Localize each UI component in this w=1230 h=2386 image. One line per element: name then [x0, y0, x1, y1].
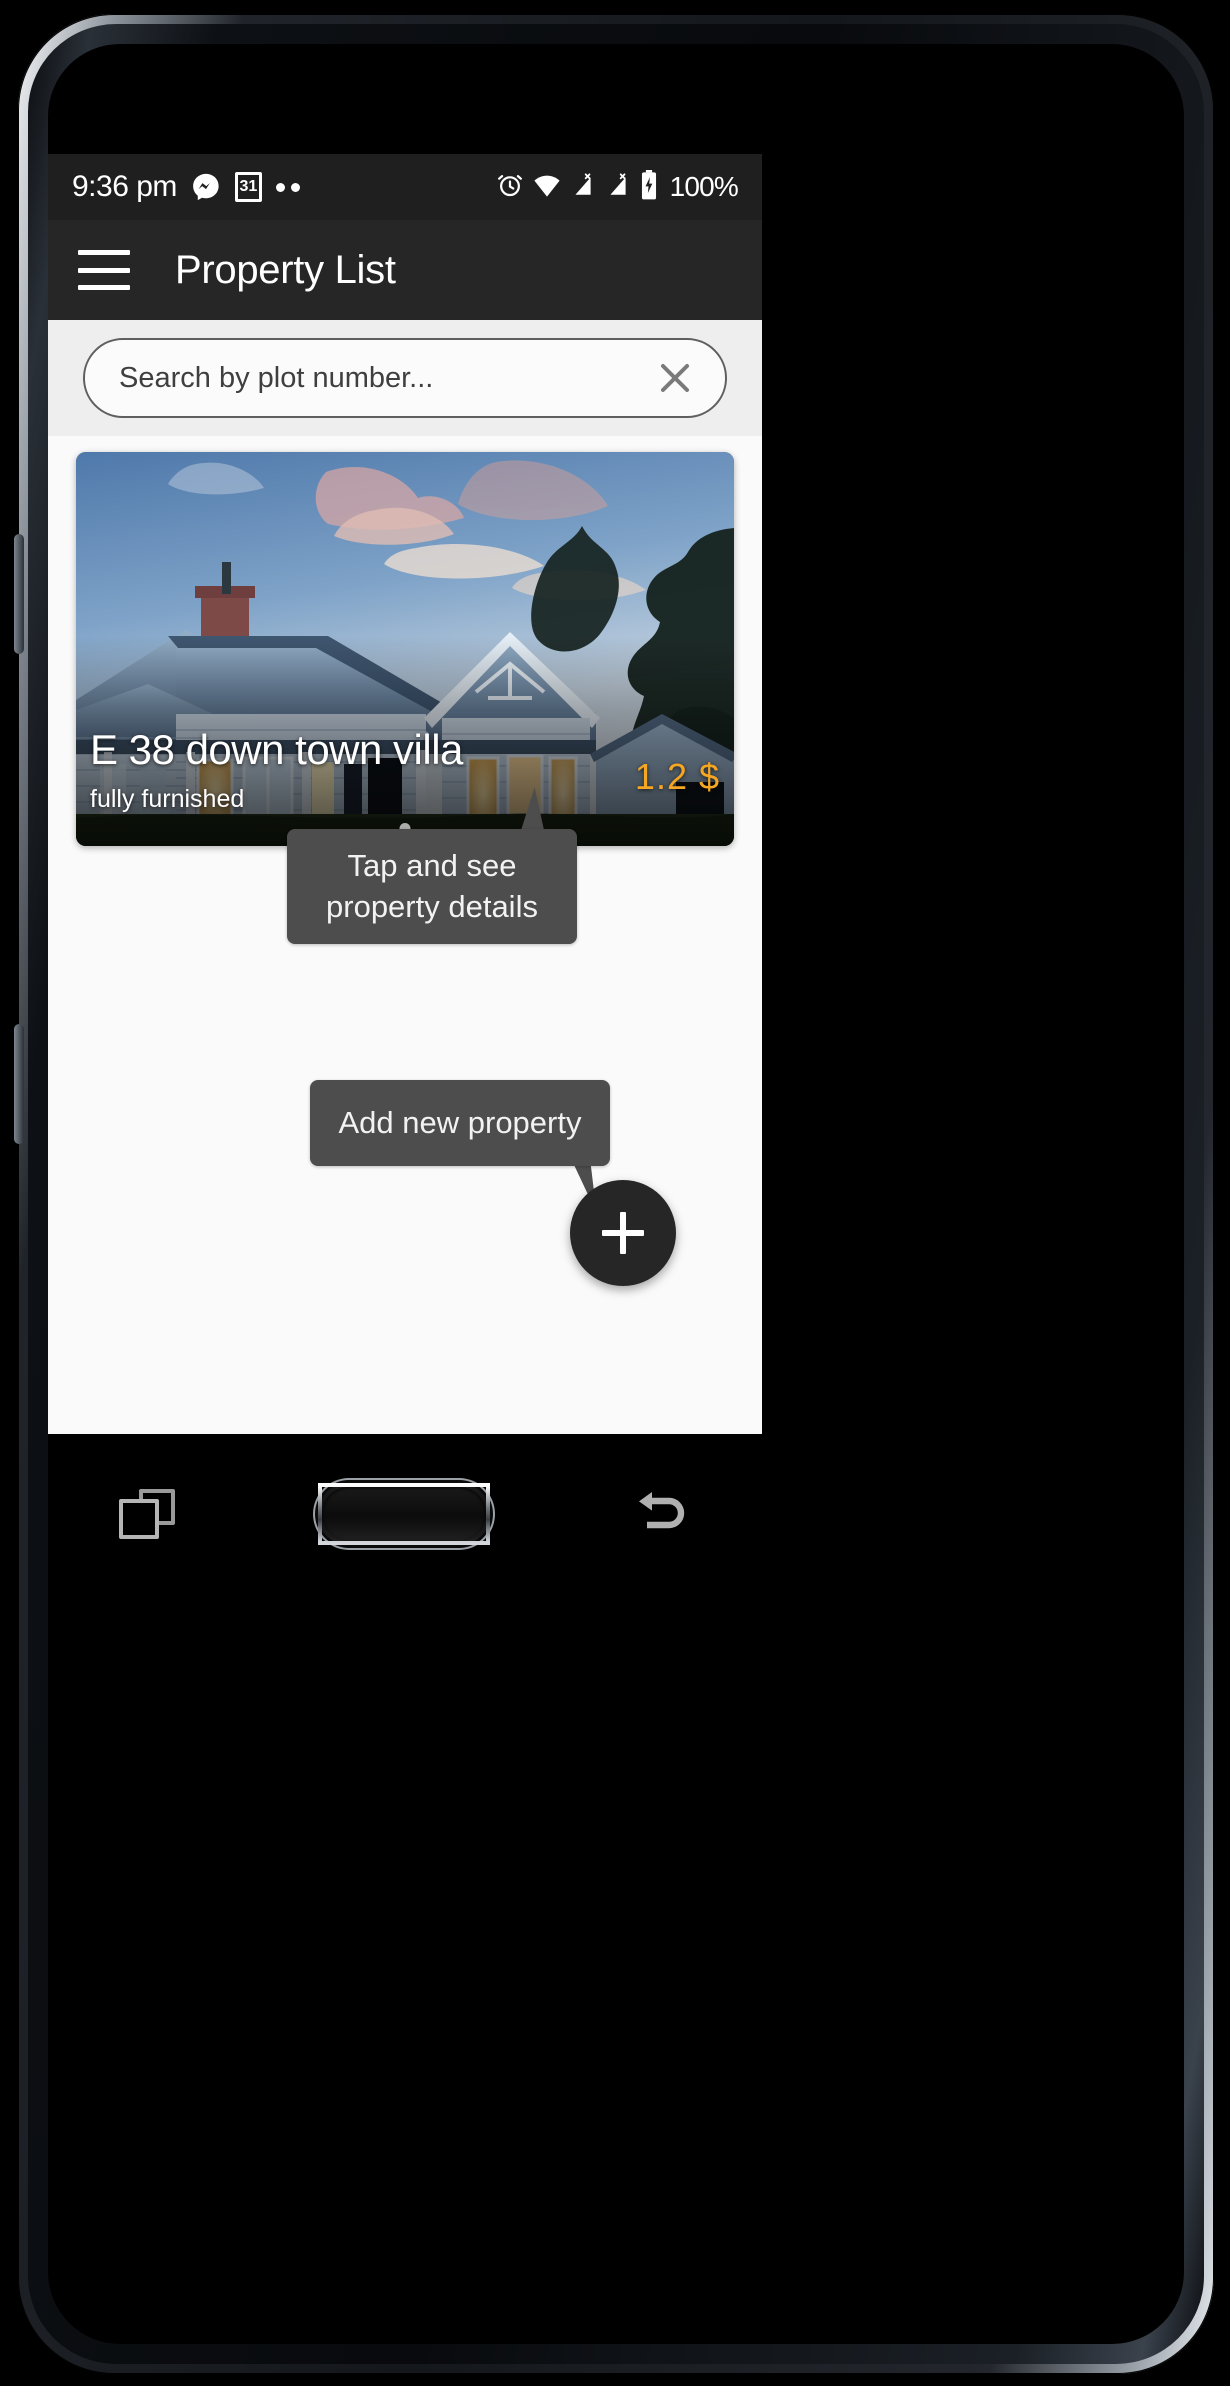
content-area: E 38 down town villa fully furnished 1.2…	[48, 436, 762, 1432]
alarm-clock-icon	[496, 171, 524, 204]
battery-charging-icon	[640, 169, 658, 205]
tooltip-details-text: Tap and see property details	[326, 846, 538, 927]
wifi-icon	[533, 172, 561, 203]
plus-icon	[602, 1212, 644, 1254]
close-x-icon[interactable]	[651, 354, 699, 402]
sim1-signal-x-icon	[570, 172, 596, 203]
recents-squares-icon[interactable]	[119, 1489, 176, 1539]
volume-down-button[interactable]	[14, 1024, 24, 1144]
home-hardware-button[interactable]	[317, 1483, 490, 1545]
tooltip-property-details[interactable]: Tap and see property details	[287, 829, 577, 944]
search-field[interactable]	[83, 338, 727, 418]
back-arrow-icon[interactable]	[633, 1489, 691, 1539]
page-title: Property List	[175, 247, 396, 292]
tooltip-details-line1: Tap and see	[347, 848, 517, 884]
tooltip-add-text: Add new property	[338, 1105, 582, 1140]
status-bar-right: 100%	[496, 169, 739, 205]
property-title: E 38 down town villa	[90, 726, 463, 773]
status-clock: 9:36 pm	[72, 170, 177, 203]
search-input[interactable]	[119, 361, 651, 395]
search-area	[48, 320, 762, 436]
hamburger-menu-icon[interactable]	[78, 250, 130, 290]
add-property-fab[interactable]	[570, 1180, 676, 1286]
tooltip-details-line2: property details	[326, 888, 538, 924]
calendar-icon: 31	[234, 172, 262, 202]
phone-screen: 9:36 pm 31 100% Property List Search by …	[48, 154, 762, 1434]
battery-percent-label: 100%	[669, 171, 739, 202]
property-subtitle: fully furnished	[90, 785, 245, 813]
tooltip-add-new-property[interactable]: Add new property	[310, 1080, 610, 1166]
calendar-day-number: 31	[239, 178, 258, 195]
more-notifications-dots-icon	[275, 182, 300, 192]
property-card[interactable]: E 38 down town villa fully furnished 1.2…	[76, 452, 734, 846]
status-bar-left: 9:36 pm 31	[72, 170, 300, 204]
sim2-signal-x-icon	[605, 172, 631, 203]
messenger-icon	[191, 172, 221, 202]
property-price: 1.2 $	[634, 756, 720, 797]
app-bar: Property List	[48, 220, 762, 320]
status-bar: 9:36 pm 31 100%	[48, 154, 762, 220]
hardware-nav-bar	[48, 1434, 762, 1594]
volume-up-button[interactable]	[14, 534, 24, 654]
